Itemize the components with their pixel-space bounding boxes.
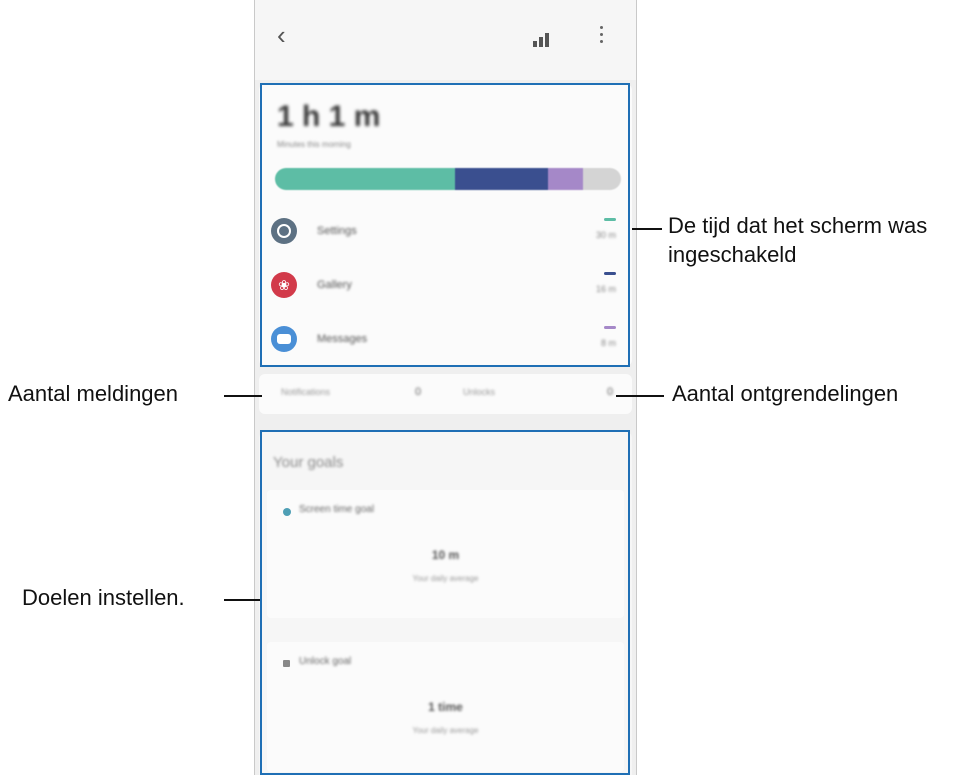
more-vertical-icon[interactable] <box>600 26 604 48</box>
callout-screen-time: De tijd dat het scherm was ingeschakeld <box>668 213 928 267</box>
goals-leader <box>224 599 260 601</box>
screen-time-leader <box>632 228 662 230</box>
bar-chart-icon[interactable] <box>533 33 551 47</box>
callout-notifications: Aantal meldingen <box>8 381 179 406</box>
app-bar: ‹ <box>255 0 636 80</box>
unlocks-label: Unlocks <box>463 387 496 397</box>
goals-highlight <box>260 430 630 775</box>
notifications-leader <box>224 395 262 397</box>
notifications-count: 0 <box>415 386 422 398</box>
unlocks-leader <box>616 395 664 397</box>
stats-row: Notifications 0 Unlocks 0 <box>259 374 632 414</box>
unlocks-count: 0 <box>607 386 614 398</box>
back-button[interactable]: ‹ <box>277 22 286 48</box>
callout-unlocks: Aantal ontgrendelingen <box>672 381 899 406</box>
notifications-label: Notifications <box>281 387 331 397</box>
screen-time-highlight <box>260 83 630 367</box>
callout-goals: Doelen instellen. <box>22 585 185 610</box>
